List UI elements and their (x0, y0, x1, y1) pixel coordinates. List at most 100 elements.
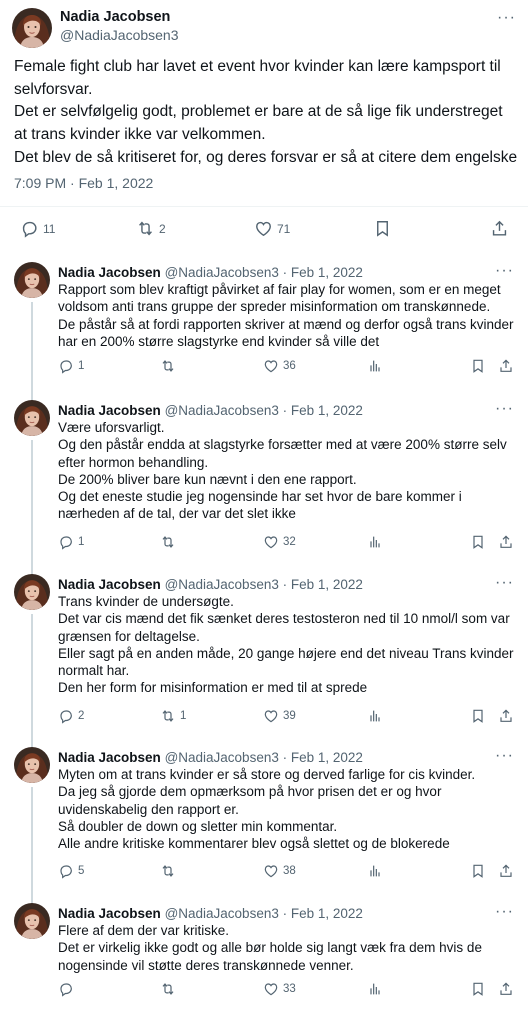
like-count: 32 (283, 536, 296, 548)
views-button[interactable] (367, 534, 383, 550)
author-name[interactable]: Nadia Jacobsen (58, 906, 161, 921)
more-icon[interactable]: ··· (495, 575, 514, 591)
share-icon (498, 863, 514, 879)
author-handle-date[interactable]: @NadiaJacobsen3 · Feb 1, 2022 (165, 403, 363, 418)
views-button[interactable] (367, 981, 383, 997)
avatar[interactable] (14, 747, 50, 783)
reply-button[interactable]: 1 (58, 534, 84, 550)
retweet-button[interactable] (160, 534, 180, 550)
avatar[interactable] (14, 574, 50, 610)
views-icon (367, 534, 383, 550)
retweet-icon (160, 863, 176, 879)
retweet-icon (136, 219, 155, 238)
like-button[interactable]: 33 (263, 981, 296, 997)
share-icon (498, 358, 514, 374)
author-handle-date[interactable]: @NadiaJacobsen3 · Feb 1, 2022 (165, 906, 363, 921)
bookmark-button[interactable] (470, 358, 486, 374)
share-button[interactable] (498, 863, 514, 879)
author-handle-date[interactable]: @NadiaJacobsen3 · Feb 1, 2022 (165, 265, 363, 280)
views-button[interactable] (367, 708, 383, 724)
bookmark-button[interactable] (373, 219, 392, 238)
reply-actions: 1 36 (0, 358, 528, 382)
more-icon[interactable]: ··· (495, 748, 514, 764)
retweet-button[interactable] (160, 358, 180, 374)
share-button[interactable] (490, 219, 509, 238)
like-button[interactable]: 32 (263, 534, 296, 550)
more-icon[interactable]: ··· (495, 401, 514, 417)
views-icon (367, 358, 383, 374)
reply-actions: 1 32 (0, 534, 528, 558)
retweet-button[interactable]: 2 (136, 219, 166, 238)
reply-header: Nadia Jacobsen @NadiaJacobsen3 · Feb 1, … (58, 264, 363, 281)
author-handle-date[interactable]: @NadiaJacobsen3 · Feb 1, 2022 (165, 750, 363, 765)
like-button[interactable]: 36 (263, 358, 296, 374)
reply-button[interactable] (58, 981, 78, 997)
bookmark-icon (470, 358, 486, 374)
bookmark-button[interactable] (470, 863, 486, 879)
avatar[interactable] (12, 8, 52, 48)
reply-text: Flere af dem der var kritiske. Det er vi… (58, 923, 482, 973)
author-name[interactable]: Nadia Jacobsen (58, 577, 161, 592)
reply-text: Myten om at trans kvinder er så store og… (58, 767, 476, 852)
more-icon[interactable]: ··· (495, 904, 514, 920)
like-button[interactable]: 71 (254, 219, 290, 238)
author-handle-date[interactable]: @NadiaJacobsen3 · Feb 1, 2022 (165, 577, 363, 592)
reply-count: 1 (78, 536, 85, 548)
share-icon (490, 219, 509, 238)
like-button[interactable]: 39 (263, 708, 296, 724)
reply-button[interactable]: 5 (58, 863, 84, 879)
views-icon (367, 708, 383, 724)
avatar[interactable] (14, 903, 50, 939)
share-button[interactable] (498, 708, 514, 724)
retweet-count: 2 (159, 221, 166, 236)
retweet-icon (160, 534, 176, 550)
reply-header: Nadia Jacobsen @NadiaJacobsen3 · Feb 1, … (58, 749, 363, 766)
views-icon (367, 863, 383, 879)
reply-actions: 33 (0, 981, 528, 1005)
share-icon (498, 534, 514, 550)
like-button[interactable]: 38 (263, 863, 296, 879)
reply-button[interactable]: 11 (20, 219, 55, 238)
views-button[interactable] (367, 358, 383, 374)
author-name[interactable]: Nadia Jacobsen (58, 403, 161, 418)
author-name[interactable]: Nadia Jacobsen (60, 8, 179, 26)
main-tweet-actions: 11 2 71 (0, 206, 528, 246)
reply-icon (20, 219, 39, 238)
heart-icon (263, 534, 279, 550)
views-button[interactable] (367, 863, 383, 879)
share-button[interactable] (498, 534, 514, 550)
retweet-button[interactable] (160, 981, 180, 997)
tweet-thread: Nadia Jacobsen @NadiaJacobsen3 ··· Femal… (0, 0, 528, 1024)
author-handle[interactable]: @NadiaJacobsen3 (60, 26, 179, 44)
reply-button[interactable]: 1 (58, 358, 84, 374)
reply-header: Nadia Jacobsen @NadiaJacobsen3 · Feb 1, … (58, 905, 363, 922)
share-button[interactable] (498, 358, 514, 374)
reply-header: Nadia Jacobsen @NadiaJacobsen3 · Feb 1, … (58, 576, 363, 593)
retweet-button[interactable]: 1 (160, 708, 186, 724)
views-icon (367, 981, 383, 997)
bookmark-icon (470, 863, 486, 879)
like-count: 36 (283, 360, 296, 372)
retweet-button[interactable] (160, 863, 180, 879)
bookmark-button[interactable] (470, 534, 486, 550)
bookmark-button[interactable] (470, 708, 486, 724)
share-icon (498, 981, 514, 997)
heart-icon (263, 863, 279, 879)
more-icon[interactable]: ··· (497, 10, 516, 26)
reply-text: Rapport som blev kraftigt påvirket af fa… (58, 282, 514, 349)
author-name[interactable]: Nadia Jacobsen (58, 750, 161, 765)
reply-text: Trans kvinder de undersøgte. Det var cis… (58, 594, 514, 696)
reply-actions: 5 38 (0, 863, 528, 887)
reply-text: Være uforsvarligt. Og den påstår endda a… (58, 420, 507, 522)
more-icon[interactable]: ··· (495, 263, 514, 279)
retweet-icon (160, 358, 176, 374)
reply-button[interactable]: 2 (58, 708, 84, 724)
avatar[interactable] (14, 262, 50, 298)
avatar[interactable] (14, 400, 50, 436)
bookmark-icon (373, 219, 392, 238)
share-button[interactable] (498, 981, 514, 997)
tweet-timestamp[interactable]: 7:09 PM · Feb 1, 2022 (14, 175, 153, 191)
main-tweet-text: Female fight club har lavet et event hvo… (14, 58, 518, 166)
bookmark-button[interactable] (470, 981, 486, 997)
author-name[interactable]: Nadia Jacobsen (58, 265, 161, 280)
